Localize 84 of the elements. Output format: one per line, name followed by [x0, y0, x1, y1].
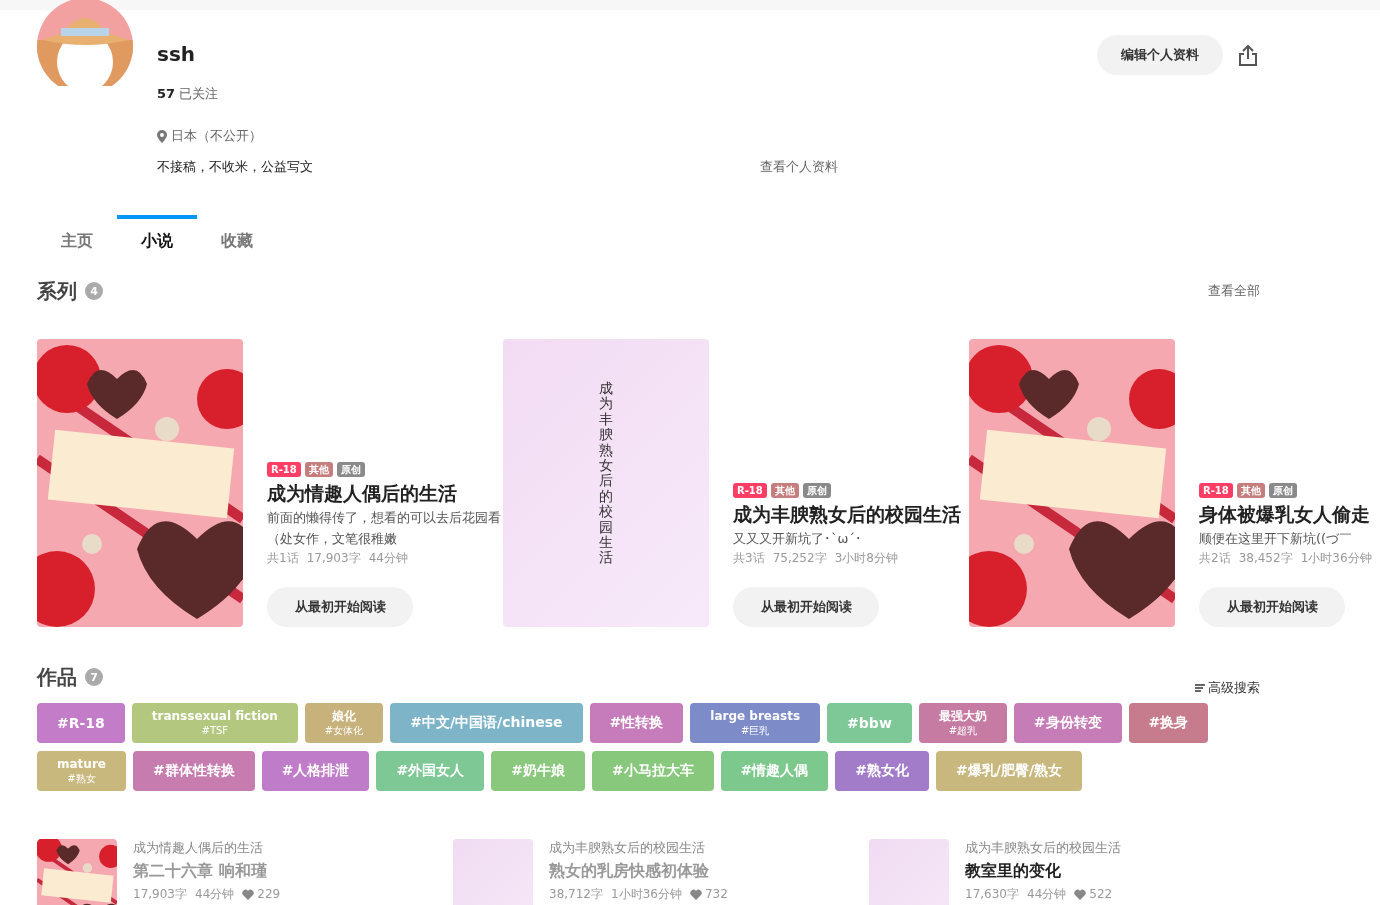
work-title[interactable]: 第二十六章 响和瑾 [133, 857, 281, 885]
tag[interactable]: 原创 [336, 462, 365, 477]
edit-profile-button[interactable]: 编辑个人资料 [1097, 35, 1223, 75]
tag[interactable]: R-18 [267, 462, 301, 477]
episode-count: 共3话 [733, 550, 765, 567]
read-time: 1小时36分钟 [611, 886, 682, 903]
series-description: 顺便在这里开下新坑((づ￣ [1199, 530, 1354, 548]
cover-title: 成为丰腴熟女后的校园生活 [599, 381, 613, 568]
episode-count: 共2话 [1199, 550, 1231, 567]
series-link[interactable]: 成为情趣人偶后的生活 [133, 839, 281, 857]
read-time: 1小时36分钟 [1300, 550, 1372, 567]
char-count: 75,252字 [772, 550, 827, 567]
char-count: 38,712字 [549, 886, 603, 903]
series-link[interactable]: 成为丰腴熟女后的校园生活 [549, 839, 728, 857]
read-from-start-button[interactable]: 从最初开始阅读 [267, 587, 413, 627]
cover-image[interactable]: 成为丰腴熟女后的校园生活 [503, 339, 709, 627]
read-time: 44分钟 [1027, 886, 1067, 903]
share-icon[interactable] [1239, 44, 1257, 66]
tag[interactable]: 原创 [1268, 483, 1297, 498]
work-title[interactable]: 教室里的变化 [965, 857, 1121, 885]
char-count: 17,903字 [306, 550, 361, 567]
profile-link[interactable]: 查看个人资料 [760, 157, 1097, 177]
tag[interactable]: #爆乳/肥臀/熟女 [936, 751, 1083, 791]
tag[interactable]: transsexual fiction #TSF [131, 703, 298, 743]
episode-count: 共1话 [267, 550, 299, 567]
tag[interactable]: 原创 [802, 483, 831, 498]
section-title: 系列 [37, 279, 77, 303]
bio: 不接稿，不收米，公益写文 [157, 158, 314, 176]
series-title[interactable]: 成为情趣人偶后的生活 [267, 479, 503, 507]
read-time: 44分钟 [368, 550, 408, 567]
tag[interactable]: 其他 [770, 483, 799, 498]
read-time: 3小时8分钟 [834, 550, 898, 567]
heart-icon [1074, 888, 1087, 900]
read-time: 44分钟 [195, 886, 235, 903]
tag[interactable]: R-18 [733, 483, 767, 498]
user-name: ssh [157, 41, 197, 68]
tag[interactable]: 其他 [304, 462, 333, 477]
tag[interactable]: R-18 [1199, 483, 1233, 498]
tag[interactable]: 其他 [1236, 483, 1265, 498]
series-link[interactable]: 成为丰腴熟女后的校园生活 [965, 839, 1121, 857]
count-badge: 4 [85, 282, 103, 300]
heart-icon [689, 888, 702, 900]
tab[interactable]: 小说 [117, 215, 197, 263]
tag[interactable]: #R-18 [37, 703, 125, 743]
tag[interactable]: #性转换 [589, 703, 684, 743]
tag[interactable]: #人格排泄 [261, 751, 370, 791]
series-title[interactable]: 成为丰腴熟女后的校园生活 [733, 500, 969, 528]
tag[interactable]: 娘化 #女体化 [304, 703, 384, 743]
char-count: 17,903字 [133, 886, 187, 903]
read-from-start-button[interactable]: 从最初开始阅读 [1199, 587, 1345, 627]
tag[interactable]: #中文/中国语/chinese [390, 703, 583, 743]
tab[interactable]: 收藏 [197, 215, 277, 263]
following-count[interactable]: 57 已关注 [157, 84, 1097, 104]
read-from-start-button[interactable]: 从最初开始阅读 [733, 587, 879, 627]
series-title[interactable]: 身体被爆乳女人偷走 [1199, 500, 1380, 528]
tag[interactable]: #奶牛娘 [491, 751, 585, 791]
tag[interactable]: #情趣人偶 [720, 751, 829, 791]
tag[interactable]: #群体性转换 [132, 751, 255, 791]
char-count: 17,630字 [965, 886, 1019, 903]
tag[interactable]: #bbw [827, 703, 912, 743]
tag[interactable]: #熟女化 [835, 751, 930, 791]
advanced-search-link[interactable]: 高级搜索 [1195, 679, 1260, 697]
work-title[interactable]: 熟女的乳房快感初体验 [549, 857, 728, 885]
tag[interactable]: #小马拉大车 [591, 751, 714, 791]
heart-icon [242, 888, 255, 900]
like-count: 732 [704, 886, 728, 903]
location: 日本（不公开） [171, 127, 262, 145]
section-title: 作品 [37, 665, 77, 689]
like-count: 229 [257, 886, 281, 903]
tab[interactable]: 主页 [37, 215, 117, 263]
tag[interactable]: #换身 [1128, 703, 1209, 743]
tag[interactable]: #身份转变 [1013, 703, 1122, 743]
tag[interactable]: #外国女人 [376, 751, 485, 791]
tag[interactable]: 最强大奶 #超乳 [918, 703, 1007, 743]
count-badge: 7 [85, 668, 103, 686]
tag[interactable]: large breasts #巨乳 [690, 703, 821, 743]
char-count: 38,452字 [1238, 550, 1293, 567]
like-count: 522 [1089, 886, 1113, 903]
series-description: 又又又开新坑了･`ω´･ [733, 530, 863, 548]
filter-icon [1195, 684, 1205, 692]
tag[interactable]: mature #熟女 [37, 751, 126, 791]
series-description: 前面的懒得传了，想看的可以去后花园看（处女作，文笔很稚嫩 [267, 509, 502, 548]
view-all-link[interactable]: 查看全部 [1208, 282, 1260, 300]
location-icon [157, 129, 167, 143]
